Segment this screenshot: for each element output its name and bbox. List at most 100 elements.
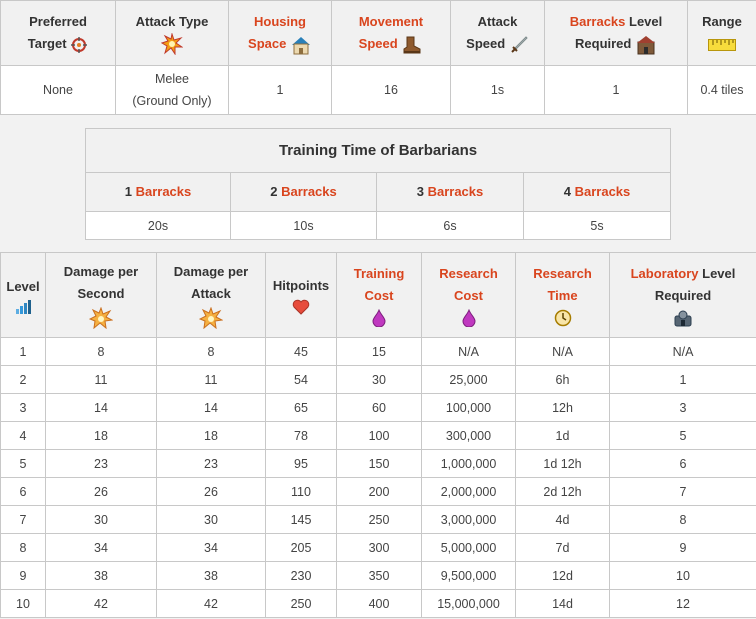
barracks-link[interactable]: Barracks <box>281 184 337 199</box>
laboratory-level-cell: 12 <box>609 589 756 618</box>
level-cell: 3 <box>0 393 46 422</box>
housing-link[interactable]: Housing <box>254 14 306 29</box>
damage-per-attack-cell: 30 <box>156 505 266 534</box>
training-title: Training Time of Barbarians <box>84 128 672 173</box>
ruler-icon <box>708 38 736 51</box>
attack-speed-header: Attack Speed <box>450 0 545 66</box>
level-cell: 6 <box>0 477 46 506</box>
table-row: 1 8 8 45 15 N/A N/A N/A <box>0 337 756 366</box>
space-link[interactable]: Space <box>248 36 286 51</box>
level-cell: 4 <box>0 421 46 450</box>
training-cost-cell: 15 <box>336 337 422 366</box>
time-link[interactable]: Time <box>547 288 577 303</box>
elixir-drop-icon <box>461 309 476 327</box>
hitpoints-cell: 65 <box>265 393 337 422</box>
stats-value-row: None Melee (Ground Only) 1 16 1s 1 0.4 ti… <box>0 65 756 115</box>
damage-per-second-cell: 34 <box>45 533 157 562</box>
barracks-link[interactable]: Barracks <box>570 14 626 29</box>
research-link[interactable]: Research <box>533 266 592 281</box>
damage-per-attack-cell: 42 <box>156 589 266 618</box>
damage-per-second-header: Damage per Second <box>45 252 157 338</box>
research-time-header: Research Time <box>515 252 610 338</box>
laboratory-link[interactable]: Laboratory <box>631 266 699 281</box>
attack-speed-value: 1s <box>450 65 545 115</box>
movement-speed-value: 16 <box>331 65 451 115</box>
research-cost-cell: 300,000 <box>421 421 516 450</box>
level-stats-table: Level Damage per Second Damage per Attack … <box>0 252 756 618</box>
speed-link[interactable]: Speed <box>359 36 398 51</box>
training-cost-cell: 200 <box>336 477 422 506</box>
barracks-3-header: 3 Barracks <box>376 172 524 212</box>
hitpoints-cell: 54 <box>265 365 337 394</box>
movement-link[interactable]: Movement <box>359 14 423 29</box>
laboratory-level-header: Laboratory Level Required <box>609 252 756 338</box>
cost-link[interactable]: Cost <box>365 288 394 303</box>
laboratory-level-cell: 10 <box>609 561 756 590</box>
damage-per-attack-header: Damage per Attack <box>156 252 266 338</box>
unit-stats-table: Preferred Target Attack Type Housing Spa… <box>0 0 756 115</box>
laboratory-level-cell: 1 <box>609 365 756 394</box>
hitpoints-cell: 230 <box>265 561 337 590</box>
damage-per-second-cell: 11 <box>45 365 157 394</box>
table-row: 7 30 30 145 250 3,000,000 4d 8 <box>0 505 756 534</box>
hitpoints-header: Hitpoints <box>265 252 337 338</box>
table-row: 3 14 14 65 60 100,000 12h 3 <box>0 393 756 422</box>
barracks-link[interactable]: Barracks <box>428 184 484 199</box>
barracks-level-value: 1 <box>544 65 688 115</box>
research-cost-cell: 2,000,000 <box>421 477 516 506</box>
table-row: 8 34 34 205 300 5,000,000 7d 9 <box>0 533 756 562</box>
laboratory-level-cell: 7 <box>609 477 756 506</box>
stats-header-row: Preferred Target Attack Type Housing Spa… <box>0 0 756 66</box>
hitpoints-cell: 145 <box>265 505 337 534</box>
damage-per-second-cell: 23 <box>45 449 157 478</box>
damage-per-attack-cell: 34 <box>156 533 266 562</box>
training-link[interactable]: Training <box>354 266 405 281</box>
damage-per-attack-cell: 18 <box>156 421 266 450</box>
attack-type-value: Melee (Ground Only) <box>115 65 229 115</box>
laboratory-level-cell: N/A <box>609 337 756 366</box>
laboratory-level-cell: 5 <box>609 421 756 450</box>
level-cell: 2 <box>0 365 46 394</box>
laboratory-level-cell: 8 <box>609 505 756 534</box>
research-cost-cell: 25,000 <box>421 365 516 394</box>
damage-per-attack-cell: 38 <box>156 561 266 590</box>
table-row: 9 38 38 230 350 9,500,000 12d 10 <box>0 561 756 590</box>
table-row: 5 23 23 95 150 1,000,000 1d 12h 6 <box>0 449 756 478</box>
housing-space-header: Housing Space <box>228 0 332 66</box>
research-time-cell: 1d <box>515 421 610 450</box>
training-cost-cell: 350 <box>336 561 422 590</box>
damage-per-second-cell: 8 <box>45 337 157 366</box>
level-cell: 10 <box>0 589 46 618</box>
research-link[interactable]: Research <box>439 266 498 281</box>
house-icon <box>291 36 310 55</box>
levels-header-row: Level Damage per Second Damage per Attack … <box>0 252 756 338</box>
level-header: Level <box>0 252 46 338</box>
preferred-target-value: None <box>0 65 116 115</box>
table-row: 6 26 26 110 200 2,000,000 2d 12h 7 <box>0 477 756 506</box>
level-cell: 8 <box>0 533 46 562</box>
level-rows: 1 8 8 45 15 N/A N/A N/A 2 11 11 54 30 25,000 6h 1 3 14 14 6… <box>0 337 756 618</box>
housing-space-value: 1 <box>228 65 332 115</box>
research-cost-cell: 15,000,000 <box>421 589 516 618</box>
research-time-cell: 12h <box>515 393 610 422</box>
barracks-link[interactable]: Barracks <box>575 184 631 199</box>
training-time-value: 20s <box>85 211 231 240</box>
hitpoints-cell: 250 <box>265 589 337 618</box>
sword-icon <box>511 35 528 53</box>
damage-per-attack-cell: 23 <box>156 449 266 478</box>
laboratory-level-cell: 6 <box>609 449 756 478</box>
barracks-link[interactable]: Barracks <box>136 184 192 199</box>
damage-per-second-cell: 26 <box>45 477 157 506</box>
level-cell: 5 <box>0 449 46 478</box>
laboratory-icon <box>674 310 692 327</box>
clock-icon <box>554 309 571 327</box>
explosion-icon <box>199 307 223 329</box>
training-cost-cell: 100 <box>336 421 422 450</box>
level-bars-icon <box>16 300 31 314</box>
research-cost-cell: N/A <box>421 337 516 366</box>
movement-speed-header: Movement Speed <box>331 0 451 66</box>
table-row: 10 42 42 250 400 15,000,000 14d 12 <box>0 589 756 618</box>
cost-link[interactable]: Cost <box>454 288 483 303</box>
target-icon <box>71 36 88 53</box>
range-value: 0.4 tiles <box>687 65 756 115</box>
